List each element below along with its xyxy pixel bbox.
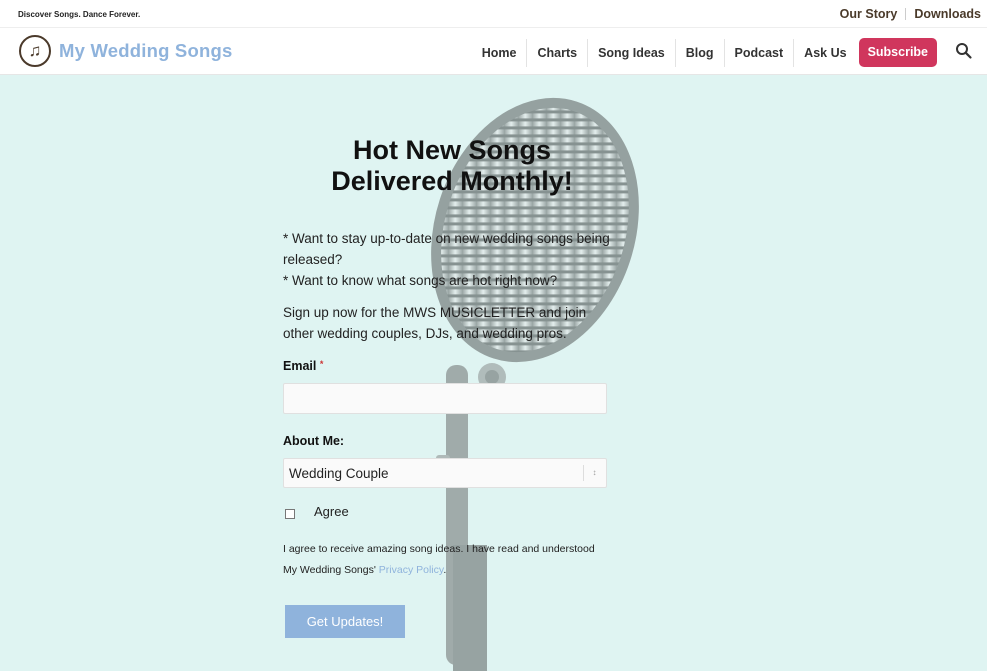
subscribe-button[interactable]: Subscribe [858, 38, 937, 67]
signup-hero: Hot New Songs Delivered Monthly! * Want … [0, 75, 987, 671]
about-me-label: About Me: [283, 434, 345, 448]
site-logo[interactable]: ♫ My Wedding Songs [19, 35, 232, 67]
nav-home[interactable]: Home [472, 39, 527, 67]
about-me-select[interactable]: Wedding Couple ↕ [283, 458, 607, 488]
email-label: Email * [283, 359, 613, 373]
nav-song-ideas[interactable]: Song Ideas [587, 38, 675, 67]
downloads-link[interactable]: Downloads [914, 7, 981, 21]
nav-ask-us[interactable]: Ask Us [793, 38, 856, 67]
utility-links: Our Story Downloads [840, 7, 981, 21]
consent-text: I agree to receive amazing song ideas. I… [283, 539, 603, 581]
logo-text: My Wedding Songs [59, 40, 233, 61]
divider [905, 8, 907, 20]
signup-text: Sign up now for the MWS MUSICLETTER and … [283, 305, 587, 341]
get-updates-button[interactable]: Get Updates! [285, 605, 405, 638]
intro-text: * Want to stay up-to-date on new wedding… [283, 228, 613, 291]
tagline: Discover Songs. Dance Forever. [18, 10, 141, 19]
our-story-link[interactable]: Our Story [840, 7, 898, 21]
required-mark: * [319, 359, 324, 369]
agree-label: Agree [314, 504, 349, 519]
nav-blog[interactable]: Blog [674, 38, 724, 67]
about-me-selected: Wedding Couple [289, 466, 389, 481]
search-icon[interactable] [955, 42, 973, 60]
music-note-icon: ♫ [19, 35, 51, 67]
email-label-text: Email [283, 359, 317, 373]
intro-line-1: * Want to stay up-to-date on new wedding… [283, 231, 610, 267]
headline-line-2: Delivered Monthly! [331, 166, 573, 196]
page-title: Hot New Songs Delivered Monthly! [283, 135, 621, 197]
select-arrow-icon: ↕ [583, 465, 605, 481]
site-header: ♫ My Wedding Songs Home Charts Song Idea… [0, 28, 987, 75]
consent-end: . [443, 564, 447, 576]
top-utility-bar: Discover Songs. Dance Forever. Our Story… [0, 0, 987, 28]
agree-row: Agree [283, 504, 613, 519]
agree-checkbox[interactable] [285, 508, 295, 519]
main-nav: Home Charts Song Ideas Blog Podcast Ask … [472, 38, 937, 67]
nav-podcast[interactable]: Podcast [723, 38, 794, 67]
signup-form: Hot New Songs Delivered Monthly! * Want … [283, 135, 613, 638]
intro-line-2: * Want to know what songs are hot right … [283, 273, 558, 288]
privacy-policy-link[interactable]: Privacy Policy [379, 564, 444, 576]
email-field[interactable] [283, 383, 607, 414]
nav-charts[interactable]: Charts [526, 38, 587, 67]
headline-line-1: Hot New Songs [352, 135, 551, 165]
